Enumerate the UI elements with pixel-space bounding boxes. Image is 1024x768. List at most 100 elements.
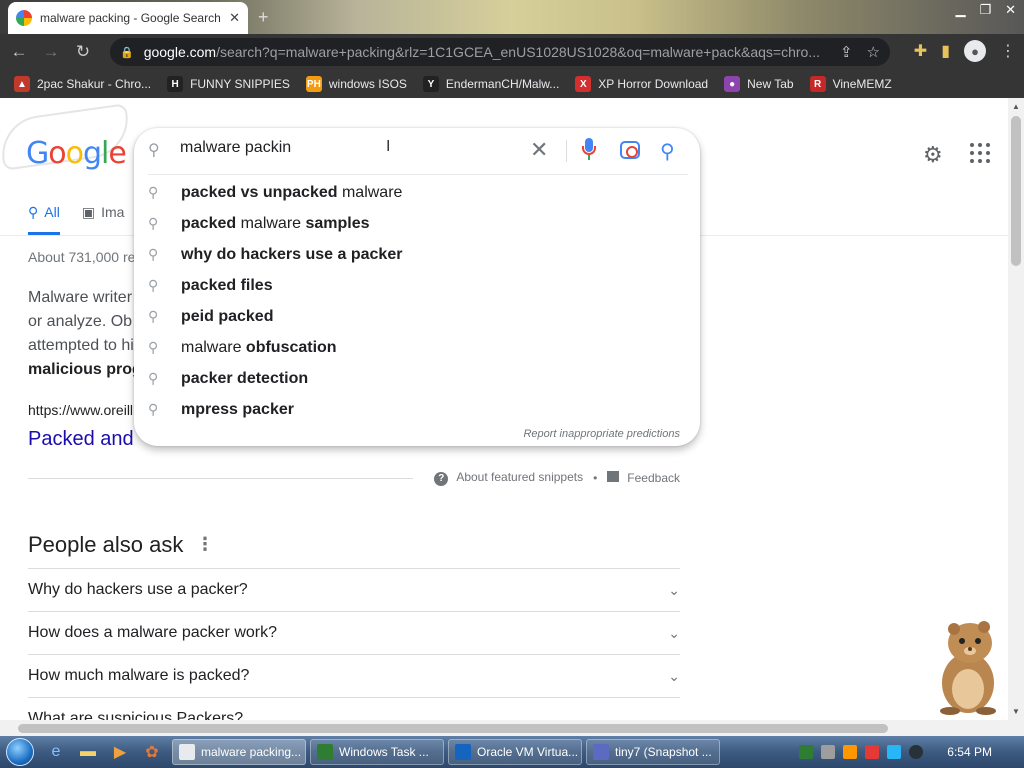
browser-menu-icon[interactable]: ⋮ [1000, 41, 1016, 61]
result-cite-url[interactable]: https://www.oreill [28, 402, 133, 418]
paa-question[interactable]: Why do hackers use a packer? ⌄ [28, 568, 680, 611]
feedback-link[interactable]: Feedback [607, 470, 680, 485]
reload-icon[interactable]: ↻ [70, 39, 96, 65]
suggestion-text: samples [305, 214, 370, 232]
bookmark-newtab-icon: ● [724, 76, 741, 92]
tray-app-icon[interactable] [799, 745, 814, 759]
tray-network-icon[interactable] [821, 745, 836, 759]
file-explorer-icon[interactable]: ▬ [72, 736, 104, 768]
taskbar-tasks: malware packing... Windows Task ... Oracle… [168, 739, 720, 765]
bookmark-item[interactable]: X XP Horror Download [575, 76, 708, 92]
more-options-icon[interactable]: ⋮ [196, 534, 214, 555]
browser-tab-active[interactable]: malware packing - Google Search ✕ [8, 2, 248, 34]
report-predictions-link[interactable]: Report inappropriate predictions [523, 428, 680, 440]
search-suggestion[interactable]: ⚲ peid packed [134, 301, 700, 332]
bookmark-item[interactable]: ● New Tab [724, 76, 794, 92]
paa-question[interactable]: How does a malware packer work? ⌄ [28, 611, 680, 654]
bookmark-x-icon: X [575, 76, 592, 92]
lock-icon[interactable]: 🔒 [120, 46, 134, 59]
tray-volume-icon[interactable] [909, 745, 924, 759]
about-snippets-link[interactable]: ? About featured snippets [434, 470, 583, 486]
bookmark-label: FUNNY SNIPPIES [190, 77, 290, 91]
horizontal-scrollbar-thumb[interactable] [18, 724, 888, 733]
search-suggestion[interactable]: ⚲ packed malware samples [134, 208, 700, 239]
forward-arrow-icon[interactable]: → [38, 39, 64, 65]
extensions-puzzle-icon[interactable]: ✚ [914, 41, 927, 61]
help-icon: ? [434, 471, 449, 486]
search-suggestion[interactable]: ⚲ packer detection [134, 363, 700, 394]
settings-gear-icon[interactable]: ⚙ [923, 142, 943, 168]
tray-search-icon[interactable] [843, 745, 858, 759]
bookmark-star-icon[interactable]: ☆ [867, 43, 880, 61]
bookmark-label: windows ISOS [328, 77, 407, 91]
task-label: tiny7 (Snapshot ... [615, 745, 712, 759]
chevron-down-icon: ⌄ [668, 710, 680, 721]
url-text[interactable]: google.com/search?q=malware+packing&rlz=… [144, 44, 826, 60]
media-player-icon[interactable]: ▶ [104, 736, 136, 768]
taskbar-clock[interactable]: 6:54 PM [947, 745, 992, 759]
window-close-icon[interactable]: ✕ [1005, 2, 1016, 18]
window-controls: ▁ ❐ ✕ [955, 2, 1016, 18]
search-suggestion[interactable]: ⚲ why do hackers use a packer [134, 239, 700, 270]
google-lens-camera-icon[interactable] [620, 141, 640, 159]
bookmark-2pac-icon: ▲ [14, 76, 30, 92]
taskbar-task-button[interactable]: malware packing... [172, 739, 306, 765]
search-suggestion[interactable]: ⚲ packed vs unpacked malware [134, 177, 700, 208]
windows-logo-icon [6, 738, 34, 766]
browser-toolbar: ← → ↻ 🔒 google.com/search?q=malware+pack… [0, 34, 1024, 70]
bookmark-ph-icon: PH [305, 76, 322, 92]
search-suggestion[interactable]: ⚲ mpress packer [134, 394, 700, 425]
bookmark-yt-icon: Y [422, 76, 439, 92]
clear-search-icon[interactable]: ✕ [530, 137, 548, 163]
result-title-link[interactable]: Packed and [28, 428, 134, 451]
tab-all[interactable]: ⚲ All [28, 204, 60, 235]
suggestion-text: obfuscation [241, 338, 337, 356]
bookmark-item[interactable]: ▲ 2pac Shakur - Chro... [14, 76, 151, 92]
tab-images[interactable]: ▣ Ima [82, 204, 125, 235]
taskbar-task-button[interactable]: tiny7 (Snapshot ... [586, 739, 720, 765]
bookmark-item[interactable]: R VineMEMZ [809, 76, 892, 92]
suggestion-text: packed [181, 214, 237, 232]
search-submit-icon[interactable]: ⚲ [660, 139, 675, 164]
address-bar[interactable]: 🔒 google.com/search?q=malware+packing&rl… [110, 38, 890, 66]
vertical-scrollbar[interactable]: ▲ ▼ [1008, 98, 1024, 720]
side-panel-icon[interactable]: ▮ [941, 41, 950, 61]
search-input[interactable] [180, 139, 520, 157]
scrollbar-thumb[interactable] [1011, 116, 1021, 266]
paint-icon[interactable]: ✿ [136, 736, 168, 768]
horizontal-scrollbar[interactable] [0, 720, 1024, 736]
tab-close-icon[interactable]: ✕ [229, 10, 240, 26]
new-tab-icon[interactable]: + [258, 7, 269, 28]
tray-display-icon[interactable] [887, 745, 902, 759]
bookmark-item[interactable]: Y EndermanCH/Malw... [422, 76, 560, 92]
scroll-down-arrow-icon[interactable]: ▼ [1012, 707, 1020, 716]
voice-search-mic-icon[interactable] [582, 138, 596, 162]
bookmark-label: EndermanCH/Malw... [445, 77, 560, 91]
bookmark-item[interactable]: PH windows ISOS [305, 76, 407, 92]
internet-explorer-icon[interactable]: e [40, 736, 72, 768]
taskbar-task-button[interactable]: Windows Task ... [310, 739, 444, 765]
paa-question[interactable]: What are suspicious Packers? ⌄ [28, 697, 680, 720]
bookmark-h-icon: H [167, 76, 184, 92]
search-suggestion[interactable]: ⚲ packed files [134, 270, 700, 301]
suggestion-text: packed vs unpacked [181, 183, 338, 201]
maximize-icon[interactable]: ❐ [979, 2, 991, 18]
bookmark-item[interactable]: H FUNNY SNIPPIES [167, 76, 290, 92]
paa-question[interactable]: How much malware is packed? ⌄ [28, 654, 680, 697]
back-arrow-icon[interactable]: ← [6, 39, 32, 65]
scroll-up-arrow-icon[interactable]: ▲ [1012, 102, 1020, 111]
search-icon: ⚲ [148, 184, 159, 200]
task-label: Windows Task ... [339, 745, 429, 759]
tab-strip: malware packing - Google Search ✕ + ▁ ❐ … [0, 0, 1024, 34]
minimize-icon[interactable]: ▁ [955, 2, 965, 18]
google-apps-icon[interactable] [970, 143, 990, 163]
result-tabs: ⚲ All ▣ Ima [28, 204, 124, 235]
tray-flag-icon[interactable] [865, 745, 880, 759]
system-tray: 6:54 PM [799, 736, 1024, 768]
start-button[interactable] [0, 736, 40, 768]
google-logo[interactable]: Google [26, 136, 127, 171]
profile-avatar-icon[interactable]: ● [964, 40, 986, 62]
share-icon[interactable]: ⇪ [840, 43, 853, 61]
taskbar-task-button[interactable]: Oracle VM Virtua... [448, 739, 582, 765]
search-suggestion[interactable]: ⚲ malware obfuscation [134, 332, 700, 363]
